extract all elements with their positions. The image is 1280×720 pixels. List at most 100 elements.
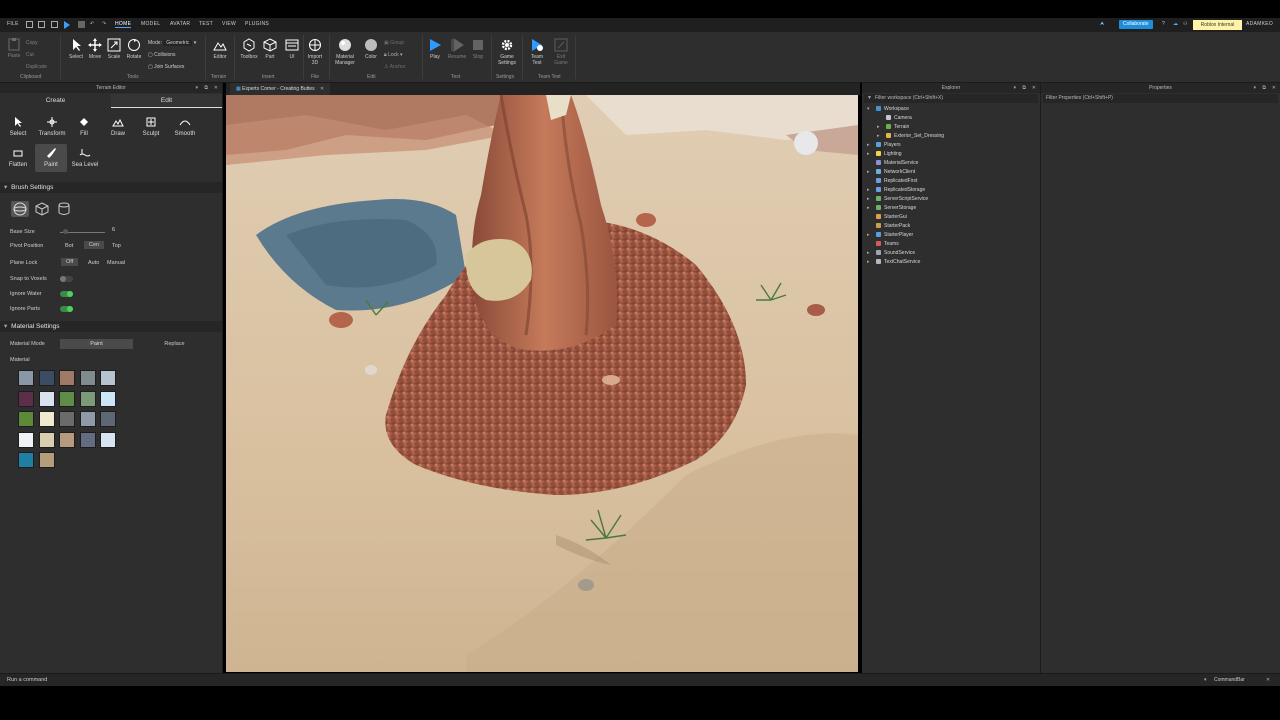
material-mode-replace[interactable]: Replace [138,339,211,349]
explorer-item[interactable]: ▸ NetworkClient [867,168,915,177]
join-surfaces-toggle[interactable]: ▢ Join Surfaces [148,61,196,73]
new-file-icon[interactable] [26,21,33,28]
rotate-tool-button[interactable]: Rotate [123,38,145,60]
expand-arrow-icon[interactable]: ▸ [867,150,870,159]
material-manager-button[interactable]: Material Manager [331,38,359,66]
terrain-flatten-tool[interactable]: Flatten [4,147,32,168]
material-swatch[interactable] [18,411,34,427]
snap-voxels-toggle[interactable] [60,276,73,282]
material-swatch[interactable] [38,452,55,468]
explorer-item[interactable]: ▸ ReplicatedStorage [867,186,925,195]
expand-arrow-icon[interactable]: ▸ [867,231,870,240]
material-swatch[interactable] [79,431,96,448]
chevron-down-icon[interactable]: ▾ [1253,83,1256,93]
pivot-top-option[interactable]: Top [112,243,121,249]
close-icon[interactable]: ✕ [1032,83,1036,93]
explorer-item[interactable]: ▸ ServerStorage [867,204,916,213]
brush-shape-cube[interactable] [34,201,50,217]
plane-lock-auto-option[interactable]: Auto [88,260,99,266]
material-mode-paint[interactable]: Paint [60,339,133,349]
share-icon[interactable]: ⮝ [1100,21,1105,27]
brush-shape-cylinder[interactable] [56,201,72,217]
tab-create[interactable]: Create [0,94,111,107]
color-button[interactable]: Color [362,38,380,60]
scale-tool-button[interactable]: Scale [104,38,124,60]
explorer-item[interactable]: ▸ Lighting [867,150,902,159]
plane-lock-off-option[interactable]: Off [61,258,79,266]
material-swatch[interactable] [79,411,96,427]
material-settings-header[interactable]: ▾ Material Settings [0,321,222,332]
explorer-item[interactable]: Teams [876,240,899,249]
material-swatch[interactable] [18,452,34,468]
popout-icon[interactable]: ⧉ [1262,83,1266,93]
terrain-fill-tool[interactable]: Fill [70,116,98,137]
popout-icon[interactable]: ⧉ [204,83,208,93]
file-menu[interactable]: FILE [7,21,19,27]
people-icon[interactable]: ⚇ [1183,21,1188,27]
open-icon[interactable] [51,21,58,28]
terrain-sea-level-tool[interactable]: Sea Level [69,147,101,168]
material-swatch[interactable] [100,431,116,448]
collaborate-button[interactable]: Collaborate [1119,20,1153,29]
stop-button[interactable]: Stop [469,38,487,60]
expand-arrow-icon[interactable]: ▸ [867,168,870,177]
tab-avatar[interactable]: AVATAR [170,21,190,27]
explorer-item[interactable]: ▸ Players [867,141,901,150]
expand-arrow-icon[interactable]: ▸ [877,123,880,132]
material-swatch[interactable] [38,370,55,386]
explorer-item[interactable]: StarterPack [876,222,910,231]
material-swatch[interactable] [18,390,34,407]
redo-icon[interactable]: ↷ [102,21,107,27]
chevron-down-icon[interactable]: ▾ [1013,83,1016,93]
exit-game-button[interactable]: Exit Game [551,38,571,66]
material-swatch[interactable] [59,370,75,386]
cut-button[interactable]: Cut [26,49,47,61]
lock-button[interactable]: 🔒︎ Lock ▾ [384,49,405,61]
pivot-bot-option[interactable]: Bot [65,243,73,249]
part-button[interactable]: Part [261,38,279,60]
tab-test[interactable]: TEST [199,21,213,27]
expand-arrow-icon[interactable]: ▸ [877,132,880,141]
material-swatch[interactable] [38,431,55,448]
group-button[interactable]: ▣ Group [384,37,405,49]
explorer-item[interactable]: ▸ Terrain [877,123,909,132]
help-icon[interactable]: ? [1162,21,1165,27]
duplicate-button[interactable]: Duplicate [26,61,47,73]
3d-viewport[interactable] [226,95,858,672]
tab-model[interactable]: MODEL [141,21,160,27]
game-settings-button[interactable]: Game Settings [495,38,519,66]
explorer-item[interactable]: MaterialService [876,159,918,168]
material-swatch[interactable] [100,390,116,407]
popout-icon[interactable]: ⧉ [1022,83,1026,93]
terrain-paint-tool[interactable]: Paint [35,144,67,172]
move-tool-button[interactable]: Move [85,38,105,60]
tab-view[interactable]: VIEW [222,21,236,27]
expand-arrow-icon[interactable]: ▸ [867,249,870,258]
tab-edit[interactable]: Edit [111,94,222,108]
ignore-parts-toggle[interactable] [60,306,73,312]
material-swatch[interactable] [18,370,34,386]
close-icon[interactable]: ✕ [214,83,218,93]
ui-button[interactable]: UI [283,38,301,60]
material-swatch[interactable] [59,431,75,448]
base-size-input[interactable]: 6 [112,227,124,236]
cloud-icon[interactable]: ☁ [1173,21,1178,27]
terrain-draw-tool[interactable]: Draw [104,116,132,137]
material-swatch[interactable] [79,370,96,386]
material-swatch[interactable] [79,390,96,407]
expand-arrow-icon[interactable]: ▸ [867,204,870,213]
plane-lock-manual-option[interactable]: Manual [107,260,125,266]
ignore-water-toggle[interactable] [60,291,73,297]
pivot-cen-option[interactable]: Cen [84,241,105,249]
material-swatch[interactable] [18,431,34,448]
explorer-item[interactable]: ▸ StarterPlayer [867,231,913,240]
mode-dropdown[interactable]: Mode: Geometric ▾ [148,37,196,49]
command-input[interactable]: Run a command [7,677,47,683]
explorer-item[interactable]: Camera [886,114,912,123]
close-icon[interactable]: ✕ [1272,83,1276,93]
resume-button[interactable]: Resume [446,38,468,60]
expand-arrow-icon[interactable]: ▸ [867,186,870,195]
import-3d-button[interactable]: Import 3D [305,38,325,66]
terrain-sculpt-tool[interactable]: Sculpt [137,116,165,137]
base-size-slider-thumb[interactable] [62,229,68,234]
